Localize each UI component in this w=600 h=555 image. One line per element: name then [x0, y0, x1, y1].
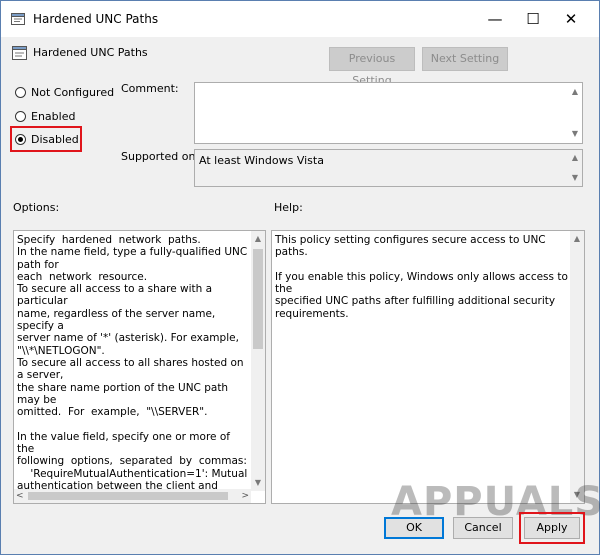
scroll-up-icon[interactable]: ▲ — [570, 232, 584, 246]
supported-on-label: Supported on: — [121, 150, 200, 163]
scroll-down-icon[interactable]: ▼ — [568, 171, 582, 185]
policy-settings-icon — [11, 13, 25, 25]
supported-on-scrollbar[interactable]: ▲ ▼ — [568, 150, 582, 186]
options-text: Specify hardened network paths. In the n… — [17, 234, 248, 503]
radio-circle[interactable] — [15, 110, 26, 122]
options-scroll-thumb[interactable] — [253, 249, 263, 349]
options-horizontal-scrollbar[interactable]: < > — [14, 489, 251, 503]
help-vertical-scrollbar[interactable]: ▲ ▼ — [570, 231, 584, 503]
minimize-button[interactable]: — — [485, 9, 505, 29]
next-setting-button[interactable]: Next Setting — [422, 47, 508, 71]
window-title: Hardened UNC Paths — [33, 12, 159, 26]
radio-not-configured[interactable]: Not Configured — [15, 83, 114, 101]
options-pane[interactable]: Specify hardened network paths. In the n… — [13, 230, 266, 504]
ok-button[interactable]: OK — [384, 517, 444, 539]
policy-dialog-window: Hardened UNC Paths — ☐ ✕ Hardened UNC Pa… — [0, 0, 600, 555]
radio-label: Not Configured — [31, 85, 115, 99]
supported-on-field: At least Windows Vista ▲ ▼ — [194, 149, 583, 187]
close-button[interactable]: ✕ — [561, 9, 581, 29]
cancel-button[interactable]: Cancel — [453, 517, 513, 539]
scroll-right-icon[interactable]: > — [241, 489, 249, 503]
radio-label: Enabled — [31, 109, 76, 123]
scroll-left-icon[interactable]: < — [16, 489, 24, 503]
maximize-button[interactable]: ☐ — [523, 9, 543, 29]
previous-setting-button[interactable]: Previous Setting — [329, 47, 415, 87]
scroll-up-icon[interactable]: ▲ — [251, 232, 265, 246]
comment-scrollbar[interactable]: ▲ ▼ — [568, 83, 582, 143]
title-bar: Hardened UNC Paths — ☐ ✕ — [1, 1, 599, 37]
help-label: Help: — [274, 201, 303, 214]
supported-on-value: At least Windows Vista — [199, 154, 324, 167]
policy-header-icon — [12, 46, 27, 60]
comment-textarea[interactable]: ▲ ▼ — [194, 82, 583, 144]
scroll-up-icon[interactable]: ▲ — [568, 151, 582, 165]
scroll-up-icon[interactable]: ▲ — [568, 85, 582, 99]
options-hscroll-thumb[interactable] — [28, 492, 228, 500]
help-pane[interactable]: This policy setting configures secure ac… — [271, 230, 585, 504]
scroll-down-icon[interactable]: ▼ — [568, 127, 582, 141]
scroll-down-icon[interactable]: ▼ — [251, 476, 265, 490]
comment-label: Comment: — [121, 82, 179, 95]
policy-title: Hardened UNC Paths — [33, 46, 148, 59]
options-label: Options: — [13, 201, 60, 214]
help-text: This policy setting configures secure ac… — [275, 234, 568, 320]
radio-enabled[interactable]: Enabled — [15, 107, 75, 125]
disabled-highlight-box — [10, 126, 82, 152]
apply-highlight-box — [519, 512, 585, 544]
radio-circle[interactable] — [15, 86, 26, 98]
options-vertical-scrollbar[interactable]: ▲ ▼ — [251, 231, 265, 491]
